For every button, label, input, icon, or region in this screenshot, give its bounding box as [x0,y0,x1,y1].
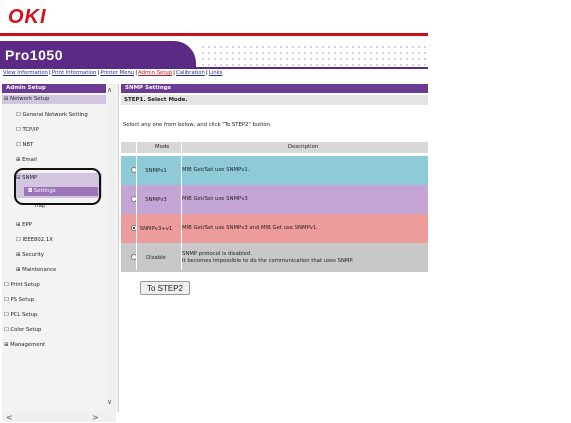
sidebar-item-label: Security [22,252,44,258]
nav-separator: | [48,70,51,76]
step-title: STEP1. Select Mode. [121,95,428,105]
sidebar-vertical-scrollbar[interactable] [107,84,116,412]
sidebar-item-label: PS Setup [10,297,35,303]
header-red-line [0,33,428,36]
title-underline [0,67,428,69]
sidebar-header[interactable]: Admin Setup [2,84,106,93]
nav-calibration[interactable]: Calibration [176,70,205,76]
description-cell: MIB Get/Set use SNMPv3 [182,185,422,214]
description-line: MIB Get/Set use SNMPv3 and MIB Get use S… [182,225,318,231]
section-header: SNMP Settings [121,84,428,93]
page-title: Pro1050 [5,47,63,63]
nav-printer-menu[interactable]: Printer Menu [100,70,134,76]
sidebar-item-label: NBT [22,142,34,148]
sidebar-item-security[interactable]: ⊞ Security [16,251,44,260]
description-cell: SNMP protocol is disabled. It becomes im… [182,243,422,272]
sidebar-item-pcl-setup[interactable]: ☐ PCL Setup [4,311,37,320]
table-row: SNMPv3 MIB Get/Set use SNMPv3 [121,185,428,214]
oki-logo: OKI [8,6,47,28]
description-cell: MIB Get/Set use SNMPv1. [182,156,422,185]
sidebar-item-epp[interactable]: ⊞ EPP [16,221,32,230]
sidebar: Admin Setup ⊟ Network Setup ☐ General Ne… [2,84,119,412]
scroll-left-icon[interactable]: < [6,413,13,422]
sidebar-item-label: Print Setup [10,282,40,288]
sidebar-item-label: TCP/IP [22,127,39,133]
description-cell: MIB Get/Set use SNMPv3 and MIB Get use S… [182,214,422,243]
table-row: SNMPv3+v1 MIB Get/Set use SNMPv3 and MIB… [121,214,428,243]
column-header-description: Description [288,144,319,150]
highlight-circle [14,168,101,205]
sidebar-item-label: Maintenance [22,267,57,273]
sidebar-item-label: PCL Setup [10,312,38,318]
header: OKI Pro1050 [0,0,428,70]
sidebar-item-print-setup[interactable]: ☐ Print Setup [4,281,40,290]
sidebar-item-management[interactable]: ⊞ Management [4,341,45,350]
sidebar-item-ps-setup[interactable]: ☐ PS Setup [4,296,34,305]
sidebar-item-label: General Network Setting [22,112,88,118]
to-step2-button[interactable]: To STEP2 [140,281,190,295]
sidebar-item-maintenance[interactable]: ⊞ Maintenance [16,266,56,275]
description-line: SNMP protocol is disabled. [182,250,252,257]
dot-pattern [200,44,426,66]
sidebar-item-general-network-setting[interactable]: ☐ General Network Setting [16,111,88,120]
sidebar-item-label: IEEE802.1X [22,237,53,243]
nav-view-information[interactable]: View Information [3,70,48,76]
mode-cell: SNMPv3 [145,196,167,203]
description-line: It becomes impossible to do the communic… [182,257,354,264]
description-line: MIB Get/Set use SNMPv3 [182,196,248,202]
sidebar-item-label: Network Setup [10,96,50,102]
sidebar-item-nbt[interactable]: ☐ NBT [16,141,33,150]
sidebar-item-tcpip[interactable]: ☐ TCP/IP [16,126,39,135]
instruction-text: Select any one from below, and click "To… [123,122,272,128]
nav-links[interactable]: Links [209,70,223,76]
sidebar-horizontal-scrollbar[interactable] [2,412,116,422]
mode-cell: Disable [146,254,166,261]
mode-cell: SNMPv3+v1 [139,225,173,232]
scroll-down-icon[interactable]: ∨ [107,398,112,406]
sidebar-item-label: Color Setup [10,327,42,333]
nav-separator: | [135,70,138,76]
table-row: SNMPv1 MIB Get/Set use SNMPv1. [121,156,428,185]
sidebar-item-email[interactable]: ⊞ Email [16,156,37,165]
scroll-up-icon[interactable]: ∧ [107,86,112,94]
sidebar-item-network-setup[interactable]: ⊟ Network Setup [4,95,49,104]
column-header-mode: Mode [155,144,170,150]
column-separator [136,142,137,270]
table-row: Disable SNMP protocol is disabled. It be… [121,243,428,272]
sidebar-item-color-setup[interactable]: ☐ Color Setup [4,326,41,335]
column-separator [181,142,182,270]
description-line: MIB Get/Set use SNMPv1. [182,167,250,173]
sidebar-item-label: EPP [22,222,32,228]
mode-cell: SNMPv1 [145,167,167,174]
scroll-right-icon[interactable]: > [92,413,99,422]
top-nav: View Information|Print Information|Print… [3,70,222,76]
sidebar-item-label: Email [22,157,37,163]
nav-admin-setup[interactable]: Admin Setup [138,70,172,76]
nav-print-information[interactable]: Print Information [52,70,97,76]
nav-separator: | [205,70,208,76]
sidebar-item-ieee8021x[interactable]: ☐ IEEE802.1X [16,236,53,245]
sidebar-item-label: Management [10,342,46,348]
nav-separator: | [173,70,176,76]
